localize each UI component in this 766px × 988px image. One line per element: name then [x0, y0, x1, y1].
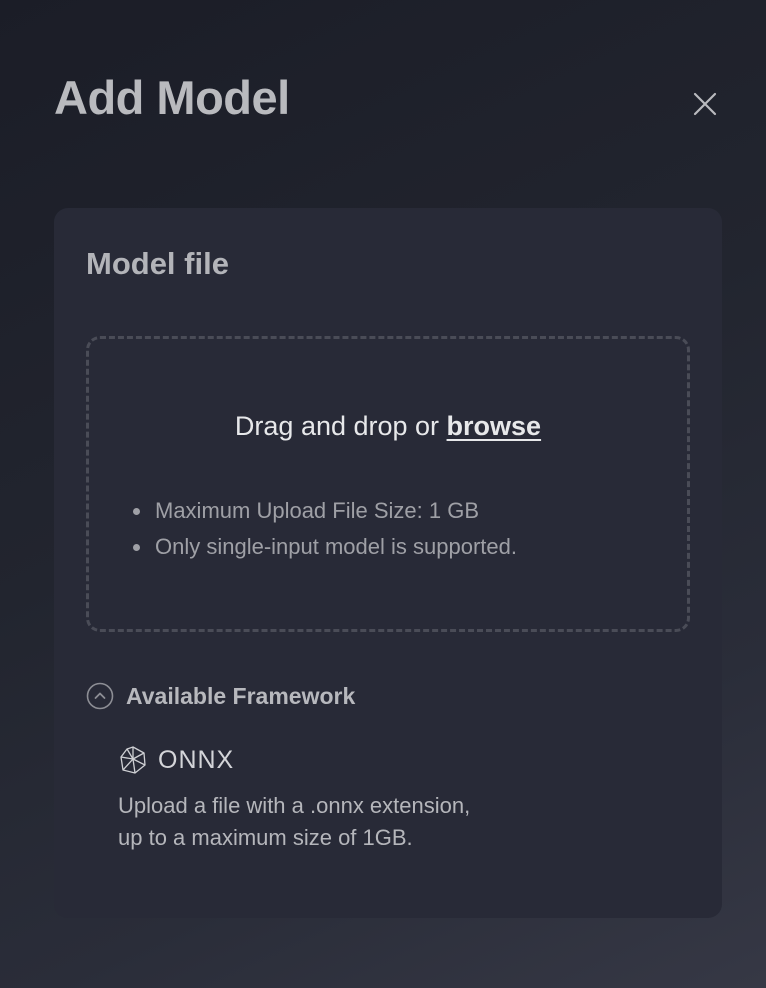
drag-drop-label: Drag and drop or — [234, 411, 447, 441]
available-framework-label: Available Framework — [126, 682, 356, 709]
framework-description-line-2: up to a maximum size of 1GB. — [118, 825, 413, 850]
upload-rule-single-input: Only single-input model is supported. — [129, 529, 517, 565]
model-file-card: Model file Drag and drop or browse Maxim… — [54, 208, 722, 918]
close-icon — [693, 92, 717, 116]
chevron-up-circle-icon — [86, 682, 114, 710]
available-framework-toggle[interactable]: Available Framework — [86, 680, 355, 712]
upload-rule-max-size: Maximum Upload File Size: 1 GB — [129, 493, 517, 529]
framework-description-line-1: Upload a file with a .onnx extension, — [118, 793, 471, 818]
framework-item-onnx: ONNX — [118, 743, 234, 777]
framework-name: ONNX — [158, 745, 235, 774]
file-dropzone[interactable]: Drag and drop or browse Maximum Upload F… — [86, 336, 690, 632]
upload-rules-list: Maximum Upload File Size: 1 GB Only sing… — [129, 493, 517, 565]
card-title: Model file — [86, 246, 229, 281]
onnx-logo-icon — [120, 746, 146, 774]
dropzone-text: Drag and drop or browse — [89, 409, 687, 443]
modal-title: Add Model — [54, 71, 290, 124]
framework-description: Upload a file with a .onnx extension, up… — [118, 790, 470, 854]
browse-link[interactable]: browse — [447, 411, 542, 441]
close-button[interactable] — [686, 85, 724, 123]
